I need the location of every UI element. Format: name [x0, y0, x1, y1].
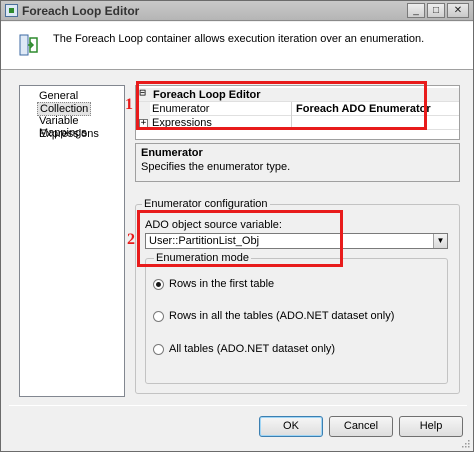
title-bar[interactable]: Foreach Loop Editor _ □ ✕	[1, 1, 473, 21]
annotation-box-1	[136, 81, 427, 130]
radio-button[interactable]	[153, 310, 164, 322]
app-icon	[5, 4, 18, 17]
footer-separator	[9, 405, 467, 406]
window-title: Foreach Loop Editor	[22, 4, 140, 18]
annotation-label-2: 2	[127, 231, 135, 248]
ok-button[interactable]: OK	[259, 416, 323, 437]
annotation-label-1: 1	[125, 96, 133, 113]
radio-label: Rows in all the tables (ADO.NET dataset …	[169, 310, 395, 322]
close-button[interactable]: ✕	[447, 3, 469, 18]
resize-grip-icon[interactable]	[460, 438, 470, 448]
description-panel: Enumerator Specifies the enumerator type…	[135, 143, 460, 182]
radio-label: Rows in the first table	[169, 278, 275, 290]
maximize-button[interactable]: □	[427, 3, 445, 18]
window-controls: _ □ ✕	[407, 3, 469, 18]
radio-rows-all-tables[interactable]: Rows in all the tables (ADO.NET dataset …	[153, 310, 394, 322]
radio-label: All tables (ADO.NET dataset only)	[169, 343, 336, 355]
description-title: Enumerator	[141, 147, 203, 159]
nav-item-general[interactable]: General	[37, 90, 80, 102]
minimize-button[interactable]: _	[407, 3, 425, 18]
help-button[interactable]: Help	[399, 416, 463, 437]
radio-all-tables[interactable]: All tables (ADO.NET dataset only)	[153, 343, 335, 355]
foreach-loop-editor-window: Foreach Loop Editor _ □ ✕ The Foreach Lo…	[0, 0, 474, 452]
annotation-box-2	[137, 210, 343, 267]
radio-button[interactable]	[153, 278, 164, 290]
header-description: The Foreach Loop container allows execut…	[53, 33, 425, 45]
nav-item-collection[interactable]: Collection	[37, 102, 92, 116]
header-banner: The Foreach Loop container allows execut…	[1, 22, 473, 70]
nav-item-expressions[interactable]: Expressions	[37, 128, 101, 140]
radio-rows-first-table[interactable]: Rows in the first table	[153, 278, 274, 290]
chevron-down-icon[interactable]: ▼	[433, 234, 447, 248]
description-text: Specifies the enumerator type.	[141, 161, 291, 173]
foreach-loop-icon	[19, 34, 38, 56]
radio-button[interactable]	[153, 343, 164, 355]
group-legend: Enumerator configuration	[142, 198, 270, 210]
navigation-list: General Collection Variable Mappings Exp…	[19, 85, 125, 397]
cancel-button[interactable]: Cancel	[329, 416, 393, 437]
